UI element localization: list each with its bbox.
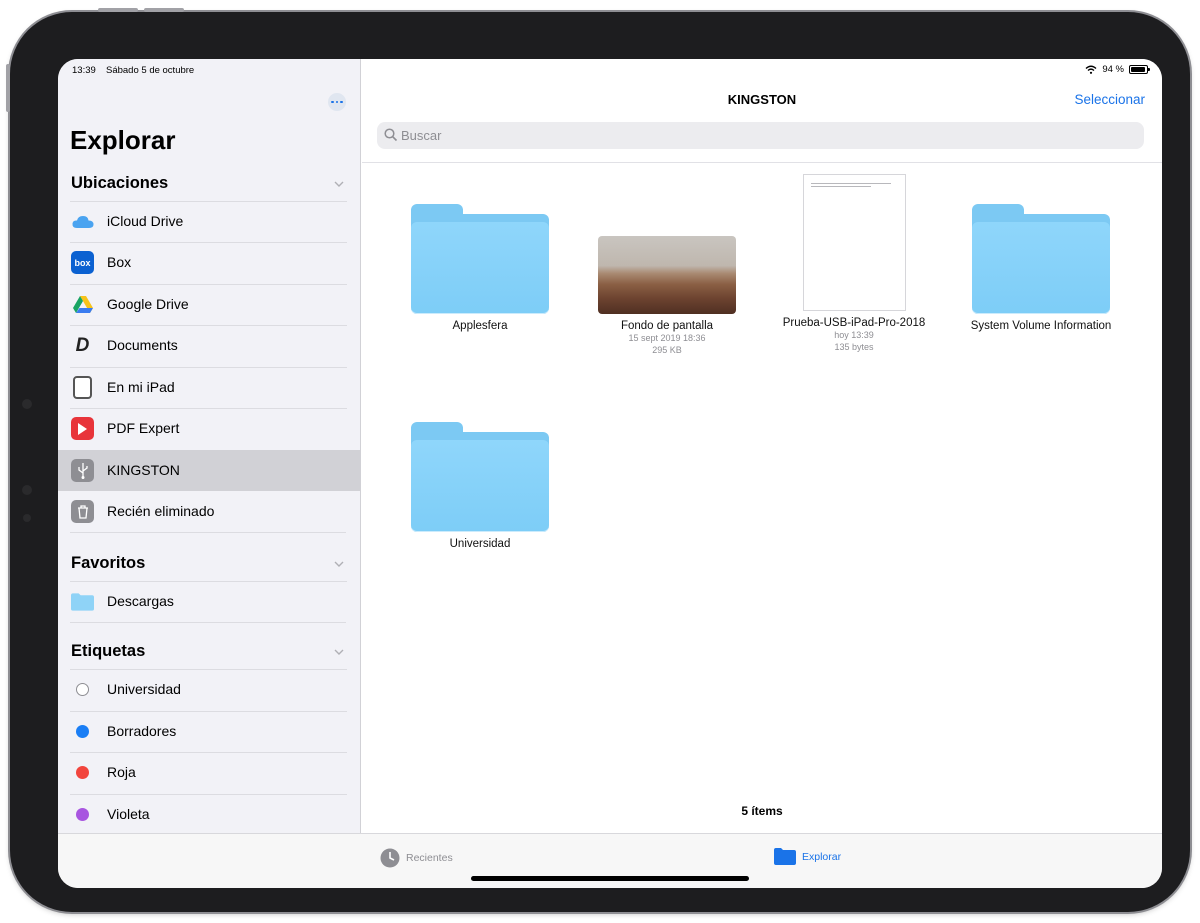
tag-dot-icon bbox=[71, 720, 94, 743]
file-item-applesfera[interactable]: Applesfera bbox=[390, 204, 570, 332]
clock-icon bbox=[380, 848, 400, 868]
sidebar-item-label: iCloud Drive bbox=[107, 213, 184, 229]
google-drive-icon bbox=[71, 293, 94, 316]
folder-icon bbox=[972, 204, 1110, 314]
file-name: Prueba-USB-iPad-Pro-2018 bbox=[782, 317, 926, 329]
file-item-system-volume-information[interactable]: System Volume Information bbox=[951, 204, 1131, 332]
status-date: Sábado 5 de octubre bbox=[106, 65, 195, 76]
search-icon bbox=[384, 128, 398, 142]
chevron-down-icon[interactable] bbox=[334, 179, 344, 189]
sidebar-item-icloud-drive[interactable]: iCloud Drive bbox=[58, 201, 361, 242]
home-indicator[interactable] bbox=[471, 876, 749, 881]
ipad-frame: Explorar Ubicaciones iCloud Drive box Bo… bbox=[6, 8, 1190, 912]
sidebar-item-label: Borradores bbox=[107, 723, 177, 739]
wifi-icon bbox=[1085, 65, 1097, 74]
folder-icon bbox=[71, 590, 94, 613]
box-icon: box bbox=[71, 251, 94, 274]
folder-icon bbox=[411, 204, 549, 314]
sidebar-item-en-mi-ipad[interactable]: En mi iPad bbox=[58, 367, 361, 408]
file-item-universidad[interactable]: Universidad bbox=[390, 422, 570, 550]
sidebar-item-recien-eliminado[interactable]: Recién eliminado bbox=[58, 491, 361, 532]
sidebar-title: Explorar bbox=[70, 125, 176, 155]
volume-button bbox=[144, 8, 184, 12]
sidebar-item-tag-roja[interactable]: Roja bbox=[58, 752, 361, 793]
ipad-icon bbox=[71, 376, 94, 399]
screen: Explorar Ubicaciones iCloud Drive box Bo… bbox=[58, 59, 1162, 888]
sidebar-item-label: Box bbox=[107, 254, 132, 270]
main-content: KINGSTON Seleccionar Buscar Applesfera F… bbox=[362, 59, 1162, 833]
sidebar-item-label: Descargas bbox=[107, 593, 174, 609]
sidebar-item-descargas[interactable]: Descargas bbox=[58, 581, 361, 622]
section-title-tags[interactable]: Etiquetas bbox=[71, 642, 145, 661]
file-name: Applesfera bbox=[452, 320, 508, 332]
documents-icon: D bbox=[75, 334, 90, 356]
sidebar-item-google-drive[interactable]: Google Drive bbox=[58, 284, 361, 325]
sidebar-item-label: Roja bbox=[107, 764, 136, 780]
tab-recientes[interactable]: Recientes bbox=[380, 848, 453, 868]
file-name: Fondo de pantalla bbox=[620, 320, 714, 332]
power-button bbox=[6, 64, 10, 112]
section-title-favorites[interactable]: Favoritos bbox=[71, 554, 145, 573]
file-name: System Volume Information bbox=[970, 320, 1112, 332]
sidebar: Explorar Ubicaciones iCloud Drive box Bo… bbox=[58, 59, 361, 833]
tag-dot-icon bbox=[71, 803, 94, 826]
usb-icon bbox=[71, 459, 94, 482]
file-size: 295 KB bbox=[652, 345, 682, 355]
folder-icon bbox=[411, 422, 549, 532]
sensor-icon bbox=[22, 485, 32, 495]
sidebar-item-label: KINGSTON bbox=[107, 462, 180, 478]
sidebar-item-box[interactable]: box Box bbox=[58, 242, 361, 283]
sidebar-item-label: Documents bbox=[107, 337, 178, 353]
sidebar-item-label: Recién eliminado bbox=[107, 503, 215, 519]
sensor-icon bbox=[23, 514, 31, 522]
document-thumbnail bbox=[802, 174, 906, 311]
sidebar-item-label: En mi iPad bbox=[107, 379, 175, 395]
status-bar: 13:39 Sábado 5 de octubre 94 % bbox=[58, 59, 1162, 81]
file-size: 135 bytes bbox=[834, 342, 874, 352]
section-title-locations[interactable]: Ubicaciones bbox=[71, 174, 168, 193]
select-button[interactable]: Seleccionar bbox=[1074, 92, 1145, 107]
sidebar-item-tag-borradores[interactable]: Borradores bbox=[58, 711, 361, 752]
search-placeholder: Buscar bbox=[401, 128, 442, 143]
camera-icon bbox=[22, 399, 32, 409]
volume-button bbox=[98, 8, 138, 12]
sidebar-item-pdf-expert[interactable]: PDF Expert bbox=[58, 408, 361, 449]
file-date: hoy 13:39 bbox=[834, 330, 874, 340]
tab-label: Explorar bbox=[802, 850, 842, 863]
sidebar-item-documents[interactable]: D Documents bbox=[58, 325, 361, 366]
page-title: KINGSTON bbox=[727, 92, 797, 107]
sidebar-item-label: Universidad bbox=[107, 681, 181, 697]
item-count: 5 ítems bbox=[741, 804, 783, 818]
sidebar-item-label: Google Drive bbox=[107, 296, 189, 312]
more-options-button[interactable] bbox=[328, 93, 346, 111]
sidebar-item-label: PDF Expert bbox=[107, 420, 180, 436]
battery-icon bbox=[1129, 65, 1150, 74]
sidebar-item-label: Violeta bbox=[107, 806, 150, 822]
trash-icon bbox=[71, 500, 94, 523]
file-date: 15 sept 2019 18:36 bbox=[628, 333, 706, 343]
search-input[interactable]: Buscar bbox=[377, 122, 1144, 149]
sidebar-item-tag-universidad[interactable]: Universidad bbox=[58, 669, 361, 710]
chevron-down-icon[interactable] bbox=[334, 559, 344, 569]
tab-explorar[interactable]: Explorar bbox=[774, 848, 841, 865]
file-name: Universidad bbox=[449, 538, 511, 550]
battery-percent: 94 % bbox=[1102, 64, 1124, 75]
tab-label: Recientes bbox=[406, 852, 453, 864]
image-thumbnail bbox=[598, 236, 736, 314]
chevron-down-icon[interactable] bbox=[334, 647, 344, 657]
tag-dot-icon bbox=[71, 678, 94, 701]
file-item-fondo-de-pantalla[interactable]: Fondo de pantalla 15 sept 2019 18:36 295… bbox=[577, 204, 757, 356]
file-item-prueba-usb[interactable]: Prueba-USB-iPad-Pro-2018 hoy 13:39 135 b… bbox=[764, 174, 944, 353]
pdf-expert-icon bbox=[71, 417, 94, 440]
status-time: 13:39 bbox=[72, 65, 96, 76]
icloud-icon bbox=[71, 210, 94, 233]
tag-dot-icon bbox=[71, 761, 94, 784]
sidebar-item-tag-violeta[interactable]: Violeta bbox=[58, 794, 361, 835]
sidebar-item-kingston[interactable]: KINGSTON bbox=[58, 450, 361, 491]
folder-icon bbox=[774, 848, 796, 865]
